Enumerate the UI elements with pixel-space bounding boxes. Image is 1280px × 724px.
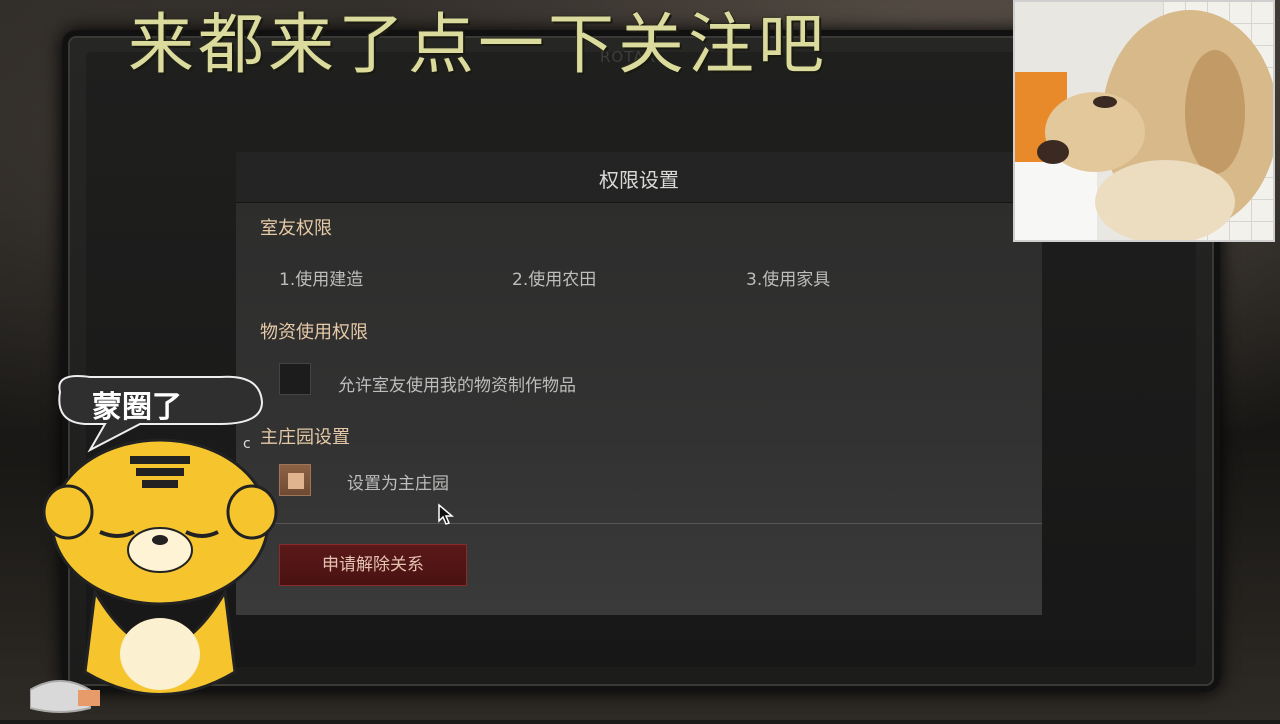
checkmark-icon bbox=[288, 473, 304, 489]
dialog-title: 权限设置 bbox=[599, 168, 679, 192]
webcam-overlay-dog bbox=[1013, 0, 1275, 242]
permission-item-build: 1.使用建造 bbox=[279, 270, 364, 290]
material-permissions-title: 物资使用权限 bbox=[260, 322, 368, 343]
puppy-image bbox=[1037, 10, 1273, 240]
dialog-divider bbox=[236, 523, 1042, 524]
permission-item-farmland: 2.使用农田 bbox=[512, 270, 597, 290]
request-release-relationship-button[interactable]: 申请解除关系 bbox=[279, 544, 467, 586]
dialog-header: 权限设置 bbox=[236, 152, 1042, 203]
allow-roommate-materials-label: 允许室友使用我的物资制作物品 bbox=[338, 376, 576, 396]
cursor-artifact: c bbox=[243, 436, 251, 452]
sticker-caption: 蒙圈了 bbox=[92, 390, 182, 425]
mouse-cursor-icon bbox=[438, 503, 455, 525]
stream-banner-text: 来都来了点一下关注吧 bbox=[128, 6, 828, 83]
set-main-manor-label: 设置为主庄园 bbox=[347, 474, 449, 494]
permission-settings-dialog: 权限设置 室友权限 1.使用建造 2.使用农田 3.使用家具 物资使用权限 允许… bbox=[236, 152, 1042, 615]
roommate-permissions-title: 室友权限 bbox=[260, 218, 332, 239]
permission-item-furniture: 3.使用家具 bbox=[746, 270, 831, 290]
tiger-mascot-sticker: 蒙圈了 bbox=[29, 372, 290, 720]
